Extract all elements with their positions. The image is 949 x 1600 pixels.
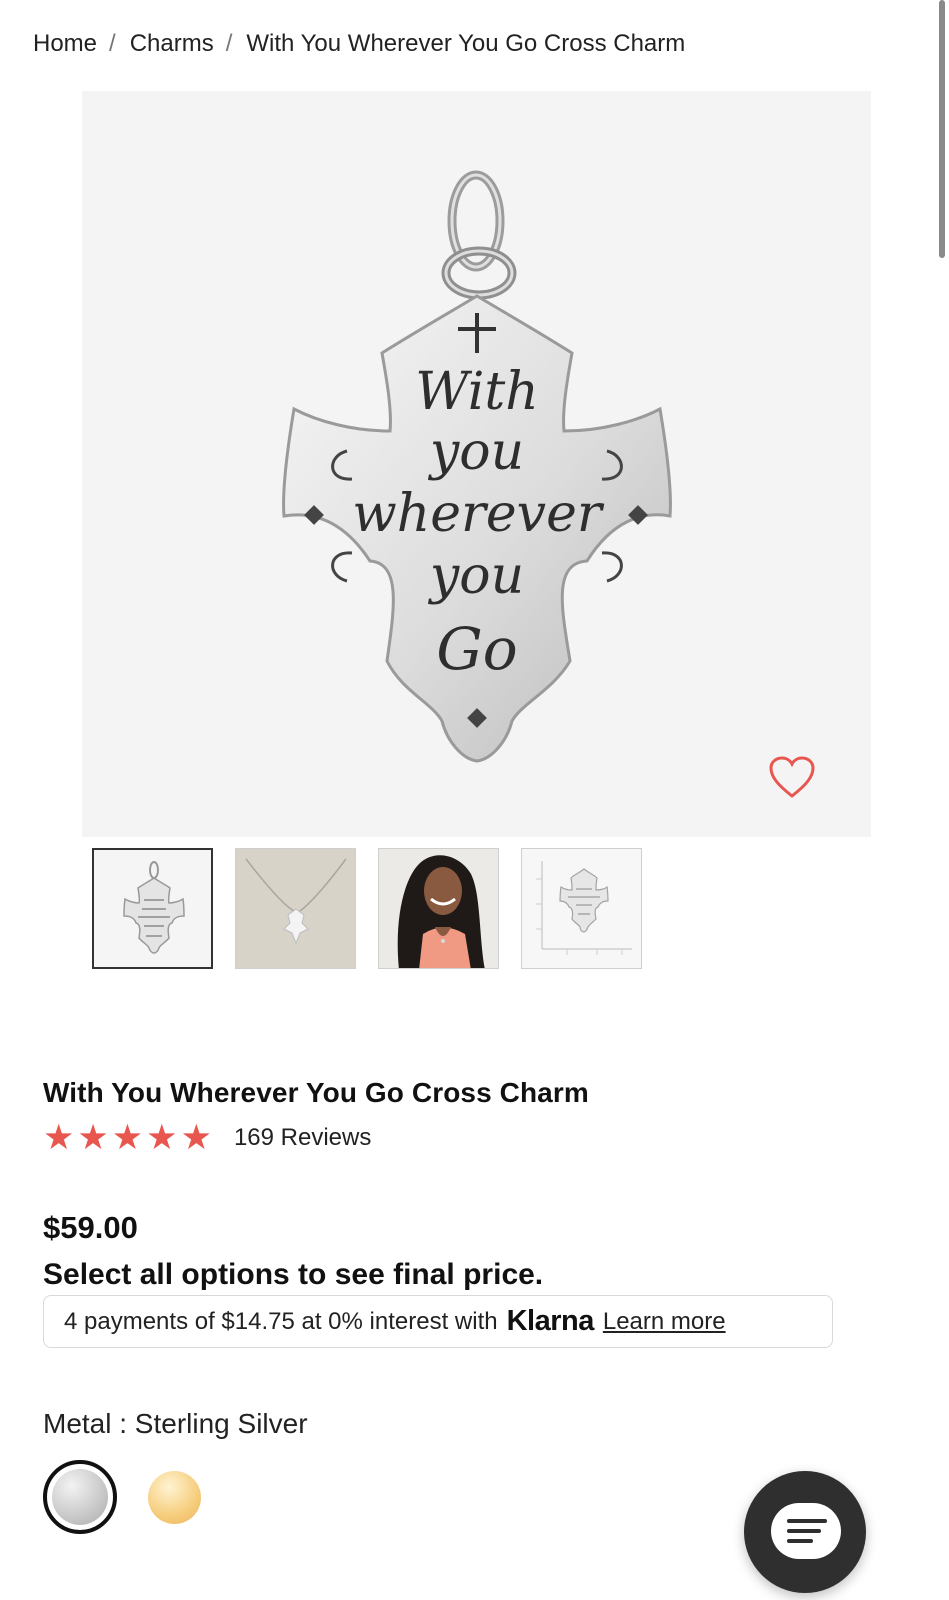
- thumbnail-model-image: [379, 849, 498, 968]
- klarna-banner: 4 payments of $14.75 at 0% interest with…: [43, 1295, 833, 1348]
- thumbnail-dimensions-image: [522, 849, 641, 968]
- thumbnail-necklace-image: [236, 849, 355, 968]
- rating-stars: ★ ★ ★ ★ ★: [43, 1120, 212, 1156]
- thumbnail-charm-dimensions[interactable]: [521, 848, 642, 969]
- product-image-main[interactable]: With you wherever you Go: [82, 91, 871, 837]
- page-scrollbar[interactable]: [939, 0, 945, 258]
- star-icon: ★: [43, 1118, 75, 1157]
- thumbnail-charm-front[interactable]: [92, 848, 213, 969]
- product-title: With You Wherever You Go Cross Charm: [43, 1077, 589, 1108]
- cross-charm-image: With you wherever you Go: [282, 170, 672, 763]
- metal-option-label: Metal : Sterling Silver: [43, 1408, 308, 1439]
- thumbnail-charm-image: [94, 850, 211, 967]
- breadcrumb-separator: /: [225, 30, 233, 57]
- engraving-line-4: you: [428, 546, 524, 606]
- breadcrumb-home[interactable]: Home: [33, 30, 97, 58]
- engraving-line-5: Go: [436, 615, 517, 683]
- thumbnail-model-wearing[interactable]: [378, 848, 499, 969]
- chat-button[interactable]: [744, 1471, 866, 1593]
- star-icon: ★: [180, 1118, 212, 1157]
- breadcrumb: Home / Charms / With You Wherever You Go…: [33, 30, 685, 58]
- metal-swatch-gold[interactable]: [148, 1471, 201, 1524]
- star-icon: ★: [146, 1118, 178, 1157]
- chat-icon: [771, 1503, 841, 1559]
- engraving-line-3: wherever: [352, 484, 605, 544]
- thumbnail-charm-necklace[interactable]: [235, 848, 356, 969]
- klarna-logo: Klarna: [506, 1305, 595, 1337]
- chat-icon-line: [787, 1539, 813, 1543]
- star-icon: ★: [111, 1118, 144, 1157]
- breadcrumb-separator: /: [109, 30, 116, 57]
- klarna-text: 4 payments of $14.75 at 0% interest with: [64, 1307, 498, 1335]
- engraving-line-2: you: [428, 422, 524, 482]
- breadcrumb-current: With You Wherever You Go Cross Charm: [246, 30, 686, 57]
- thumbnail-strip: [92, 848, 642, 969]
- heart-icon[interactable]: [768, 755, 816, 799]
- product-price: $59.00: [43, 1210, 138, 1245]
- product-rating[interactable]: ★ ★ ★ ★ ★ 169 Reviews: [43, 1120, 371, 1156]
- engraving-line-1: With: [415, 362, 539, 422]
- star-icon: ★: [77, 1118, 109, 1157]
- silver-swatch-fill: [52, 1469, 108, 1525]
- breadcrumb-charms[interactable]: Charms: [130, 30, 214, 58]
- metal-swatch-sterling-silver[interactable]: [43, 1460, 117, 1534]
- chat-icon-line: [787, 1529, 821, 1533]
- reviews-link[interactable]: 169 Reviews: [234, 1124, 371, 1152]
- klarna-learn-more-link[interactable]: Learn more: [603, 1308, 726, 1336]
- price-note: Select all options to see final price.: [43, 1258, 544, 1291]
- chat-icon-line: [787, 1519, 827, 1523]
